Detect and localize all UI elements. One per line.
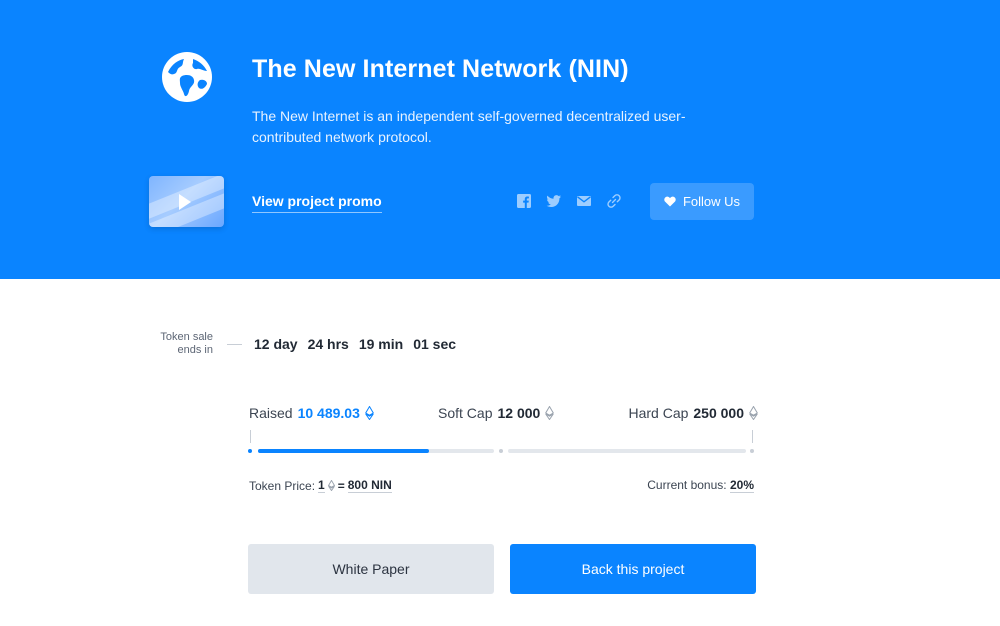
view-promo-link[interactable]: View project promo (252, 193, 382, 213)
progress-fill (258, 449, 429, 453)
countdown-seconds: 01 sec (413, 336, 457, 352)
project-description: The New Internet is an independent self-… (252, 108, 686, 145)
countdown-hours: 24 hrs (307, 336, 349, 352)
softcap-marker (499, 449, 503, 453)
facebook-icon[interactable] (516, 193, 532, 209)
progress-end-marker (752, 430, 753, 443)
ethereum-icon (545, 406, 555, 420)
page-title: The New Internet Network (NIN) (252, 55, 629, 83)
raised-amount: Raised 10 489.03 (249, 405, 374, 421)
progress-dot (248, 449, 252, 453)
countdown-minutes: 19 min (358, 336, 404, 352)
ethereum-icon (364, 406, 374, 420)
token-price: Token Price: 1 = 800 NIN (249, 478, 392, 493)
divider (227, 344, 242, 345)
follow-us-label: Follow Us (682, 194, 741, 209)
globe-icon (162, 52, 212, 102)
white-paper-button[interactable]: White Paper (248, 544, 494, 594)
current-bonus: Current bonus: 20% (647, 478, 754, 493)
project-header: The New Internet Network (NIN) The New I… (0, 0, 1000, 279)
hardcap-marker (750, 449, 754, 453)
promo-video-thumbnail[interactable] (149, 176, 224, 227)
play-icon (179, 194, 191, 210)
mail-icon[interactable] (576, 193, 592, 209)
link-icon[interactable] (606, 193, 622, 209)
countdown-timer: 12 day 24 hrs 19 min 01 sec (254, 336, 456, 352)
back-project-button[interactable]: Back this project (510, 544, 756, 594)
heart-icon (664, 196, 676, 207)
progress-track-hardcap (508, 449, 746, 453)
countdown-days: 12 day (254, 336, 298, 352)
twitter-icon[interactable] (546, 193, 562, 209)
hard-cap: Hard Cap 250 000 (628, 405, 758, 421)
ethereum-icon (327, 480, 335, 491)
ethereum-icon (749, 406, 758, 420)
follow-us-button[interactable]: Follow Us (650, 183, 754, 220)
soft-cap: Soft Cap 12 000 (438, 405, 555, 421)
progress-start-marker (250, 430, 251, 443)
token-sale-label: Token sale ends in (160, 331, 213, 356)
social-links (516, 193, 622, 209)
